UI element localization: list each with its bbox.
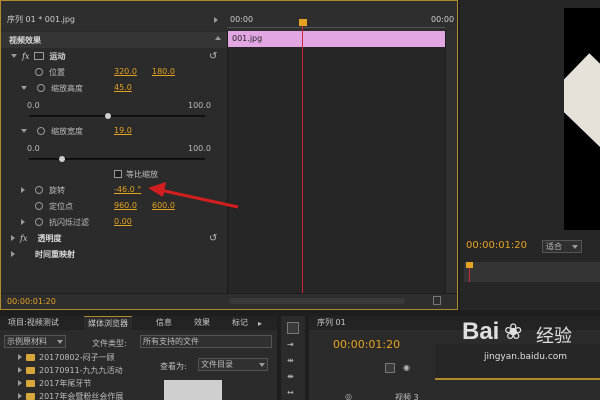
sequence-timecode: 00:00:01:20: [333, 338, 401, 351]
fit-dropdown[interactable]: 适合: [542, 240, 582, 253]
fit-dropdown-label: 适合: [546, 242, 562, 251]
snap-icon[interactable]: [385, 363, 395, 373]
expand-folder-icon[interactable]: [18, 354, 22, 360]
selection-tool-icon[interactable]: [287, 322, 299, 334]
tools-panel: ⇥ ⇹ ⇼ ↔: [281, 316, 305, 400]
list-item[interactable]: 20170911-九九九活动: [18, 365, 123, 376]
chevron-down-icon: [57, 340, 63, 344]
folder-name: 2017年会暨粉丝会作展: [39, 392, 124, 400]
program-monitor: 00:00:01:20 适合: [460, 0, 600, 310]
folder-icon: [26, 367, 35, 374]
tab-media-browser[interactable]: 媒体浏览器: [84, 316, 132, 330]
eye-icon[interactable]: ◎: [345, 392, 352, 400]
folder-icon: [26, 393, 35, 400]
preview-image: [564, 53, 600, 173]
list-item[interactable]: 2017年会暨粉丝会作展: [18, 391, 123, 400]
folder-name: 20170802-闷子一顾: [39, 353, 115, 362]
chevron-down-icon: [572, 245, 578, 249]
tab-markers[interactable]: 标记: [228, 316, 252, 330]
ripple-edit-tool-icon[interactable]: ⇹: [287, 356, 294, 365]
monitor-timeline-bar[interactable]: [464, 262, 600, 282]
tab-effects[interactable]: 效果: [190, 316, 214, 330]
list-item[interactable]: 20170802-闷子一顾: [18, 352, 115, 363]
file-type-select[interactable]: 所有支持的文件: [140, 335, 272, 348]
view-as-select[interactable]: 文件目录: [198, 358, 268, 371]
tab-project[interactable]: 项目:视频测试: [4, 316, 63, 330]
media-thumbnail[interactable]: [164, 380, 222, 400]
expand-folder-icon[interactable]: [18, 367, 22, 373]
folder-name: 20170911-九九九活动: [39, 366, 123, 375]
tab-sequence[interactable]: 序列 01: [313, 316, 350, 330]
panel-menu-icon[interactable]: ▸: [258, 319, 262, 328]
folder-icon: [26, 380, 35, 387]
view-as-label: 查看为:: [160, 362, 187, 371]
file-type-value: 所有支持的文件: [143, 337, 199, 346]
expand-folder-icon[interactable]: [18, 380, 22, 386]
watermark-url: jingyan.baidu.com: [484, 352, 568, 362]
folder-name: 2017年尾牙节: [39, 379, 92, 388]
razor-tool-icon[interactable]: ↔: [287, 388, 294, 397]
watermark-suffix: 经验: [536, 326, 572, 347]
baidu-watermark: Bai ❀ 经验 jingyan.baidu.com: [462, 318, 600, 388]
list-item[interactable]: 2017年尾牙节: [18, 378, 91, 389]
monitor-preview: [564, 8, 600, 230]
drive-select[interactable]: 示例原材料: [4, 335, 66, 348]
drive-select-label: 示例原材料: [7, 337, 47, 346]
media-browser-panel: 项目:视频测试 媒体浏览器 信息 效果 标记 ▸ 示例原材料 文件类型: 所有支…: [0, 316, 277, 400]
rolling-edit-tool-icon[interactable]: ⇼: [287, 372, 294, 381]
track-select-tool-icon[interactable]: ⇥: [287, 340, 294, 349]
view-as-value: 文件目录: [201, 360, 233, 369]
folder-icon: [26, 354, 35, 361]
folder-list: 20170802-闷子一顾 20170911-九九九活动 2017年尾牙节 20…: [18, 352, 148, 400]
file-type-label: 文件类型:: [92, 339, 127, 348]
tab-info[interactable]: 信息: [152, 316, 176, 330]
monitor-timecode: 00:00:01:20: [466, 240, 528, 251]
expand-folder-icon[interactable]: [18, 393, 22, 399]
marker-icon[interactable]: ◉: [403, 363, 410, 372]
paw-icon: ❀: [504, 320, 523, 345]
track-label: 视频 3: [395, 393, 419, 400]
watermark-brand: Bai: [462, 318, 500, 345]
panel-tab-bar: 项目:视频测试 媒体浏览器 信息 效果 标记 ▸: [0, 316, 277, 330]
chevron-down-icon: [259, 363, 265, 367]
